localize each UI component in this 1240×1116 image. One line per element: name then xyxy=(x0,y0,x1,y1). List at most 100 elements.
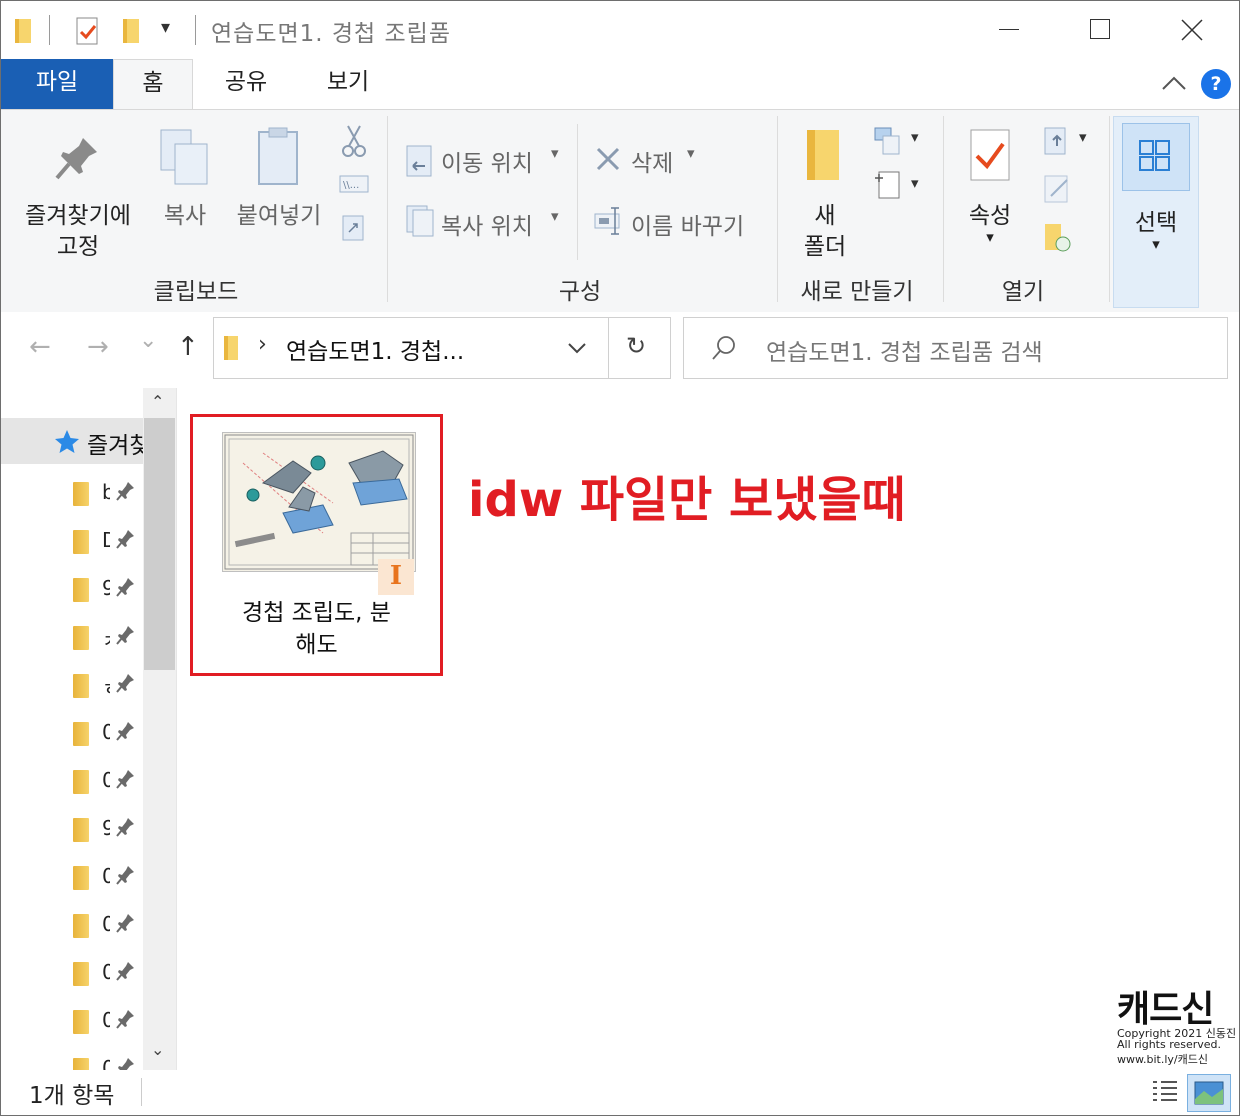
copy-to-icon xyxy=(406,205,434,237)
nav-item-folder[interactable]: ㅊ xyxy=(1,612,143,660)
address-bar[interactable]: › 연습도면1. 경첩... ↻ xyxy=(213,317,671,379)
delete-icon xyxy=(596,147,620,171)
new-item-icon[interactable] xyxy=(873,124,907,156)
nav-item-folder[interactable]: 0 xyxy=(1,708,143,756)
delete-dropdown: ▾ xyxy=(687,144,695,162)
maximize-icon xyxy=(1090,19,1110,39)
nav-item-folder[interactable]: 0 xyxy=(1,948,143,996)
address-dropdown-icon[interactable] xyxy=(566,340,588,356)
group-separator xyxy=(387,116,388,302)
tab-view[interactable]: 보기 xyxy=(301,59,395,109)
pinned-icon xyxy=(116,576,136,598)
maximize-button[interactable] xyxy=(1053,1,1145,59)
new-folder-qa-icon[interactable] xyxy=(121,17,143,45)
open-icon[interactable] xyxy=(1043,124,1077,158)
nav-item-folder[interactable]: D xyxy=(1,516,143,564)
folder-icon xyxy=(73,482,89,506)
edit-icon[interactable] xyxy=(1043,174,1073,204)
select-grid-icon xyxy=(1139,140,1170,171)
drawing-thumbnail xyxy=(222,432,416,572)
nav-item-folder[interactable]: 0 xyxy=(1,996,143,1044)
pinned-icon xyxy=(116,960,136,982)
up-button[interactable]: ↑ xyxy=(177,332,199,362)
easy-access-icon[interactable] xyxy=(873,168,905,200)
group-separator xyxy=(1109,116,1110,302)
title-separator xyxy=(49,15,50,45)
history-icon[interactable] xyxy=(1043,222,1073,254)
large-icons-view-button[interactable] xyxy=(1187,1074,1231,1112)
pinned-icon xyxy=(116,768,136,790)
address-row: ← → ⌄ ↑ › 연습도면1. 경첩... ↻ 연습도면1. 경첩 조립품 검… xyxy=(1,312,1239,388)
address-divider xyxy=(608,318,609,378)
search-placeholder: 연습도면1. 경첩 조립품 검색 xyxy=(766,340,1043,366)
forward-button[interactable]: → xyxy=(87,332,109,362)
nav-item-folder[interactable]: 9 xyxy=(1,564,143,612)
nav-item-folder[interactable]: 0 xyxy=(1,756,143,804)
new-folder-label-1: 새 xyxy=(814,203,836,229)
pinned-icon xyxy=(116,528,136,550)
close-button[interactable] xyxy=(1145,1,1237,59)
select-button[interactable]: 선택 ▾ xyxy=(1113,116,1199,308)
scrollbar-thumb[interactable] xyxy=(144,418,175,670)
minimize-button[interactable] xyxy=(963,1,1055,59)
nav-scrollbar[interactable]: ⌃ ⌄ xyxy=(143,388,176,1070)
folder-icon xyxy=(15,19,31,43)
properties-label: 속성 xyxy=(968,203,1012,229)
nav-item-folder[interactable]: b xyxy=(1,468,143,516)
new-item-dropdown[interactable]: ▾ xyxy=(911,128,919,146)
pinned-icon xyxy=(116,672,136,694)
paste-shortcut-icon[interactable] xyxy=(341,212,367,242)
help-button[interactable]: ? xyxy=(1201,69,1231,99)
copy-path-icon[interactable]: \\... xyxy=(339,174,369,194)
nav-item-label: 0 xyxy=(102,912,110,936)
watermark-rights: All rights reserved. xyxy=(1117,1038,1222,1051)
tab-home[interactable]: 홈 xyxy=(113,59,193,110)
scroll-up-button[interactable]: ⌃ xyxy=(151,392,164,411)
tab-share[interactable]: 공유 xyxy=(201,59,291,109)
refresh-button[interactable]: ↻ xyxy=(626,332,646,360)
search-box[interactable]: 연습도면1. 경첩 조립품 검색 xyxy=(683,317,1228,379)
nav-item-folder[interactable]: ㅎ xyxy=(1,660,143,708)
search-icon xyxy=(712,336,735,360)
folder-icon xyxy=(73,1010,89,1034)
clipboard-icon xyxy=(258,127,298,185)
nav-item-quick-access[interactable]: 즐겨찾 xyxy=(1,418,143,464)
nav-item-folder[interactable]: 0 xyxy=(1,852,143,900)
recent-locations-button[interactable]: ⌄ xyxy=(139,328,157,353)
cut-icon[interactable] xyxy=(341,124,367,158)
nav-item-folder[interactable]: 9 xyxy=(1,804,143,852)
folder-icon xyxy=(73,674,89,698)
ribbon-tabs: 파일 홈 공유 보기 ? xyxy=(1,59,1239,110)
nav-item-label: 0 xyxy=(102,960,110,984)
move-to-icon xyxy=(406,145,432,177)
nav-item-label: b xyxy=(102,480,110,504)
folder-icon xyxy=(73,578,89,602)
scroll-down-button[interactable]: ⌄ xyxy=(151,1040,164,1059)
new-folder-label-2: 폴더 xyxy=(803,234,847,260)
inventor-drawing-preview xyxy=(224,434,414,570)
status-divider xyxy=(141,1078,142,1106)
collapse-ribbon-icon[interactable] xyxy=(1161,75,1187,91)
tab-file[interactable]: 파일 xyxy=(1,59,113,109)
details-view-icon[interactable] xyxy=(1149,1078,1181,1106)
quick-access-label: 즐겨찾 xyxy=(87,433,143,459)
folder-icon xyxy=(73,626,89,650)
paste-label: 붙여넣기 xyxy=(236,203,322,229)
nav-item-label: ㅊ xyxy=(102,624,110,653)
open-dropdown[interactable]: ▾ xyxy=(1079,128,1087,146)
pin-label-2: 고정 xyxy=(56,234,100,260)
quick-access-dropdown[interactable]: ▾ xyxy=(161,17,170,38)
back-button[interactable]: ← xyxy=(29,332,51,362)
file-name: 경첩 조립도, 분 해도 xyxy=(193,597,440,661)
folder-icon xyxy=(73,866,89,890)
close-icon xyxy=(1181,19,1203,41)
copy-to-dropdown: ▾ xyxy=(551,207,559,225)
move-to-label: 이동 위치 xyxy=(441,151,533,177)
folder-icon xyxy=(73,962,89,986)
path-segment[interactable]: 연습도면1. 경첩... xyxy=(286,332,464,366)
pinned-icon xyxy=(116,816,136,838)
easy-access-dropdown[interactable]: ▾ xyxy=(911,174,919,192)
file-item-highlight[interactable]: I 경첩 조립도, 분 해도 xyxy=(190,414,443,676)
nav-item-folder[interactable]: 0 xyxy=(1,900,143,948)
properties-qa-icon[interactable] xyxy=(73,16,103,46)
